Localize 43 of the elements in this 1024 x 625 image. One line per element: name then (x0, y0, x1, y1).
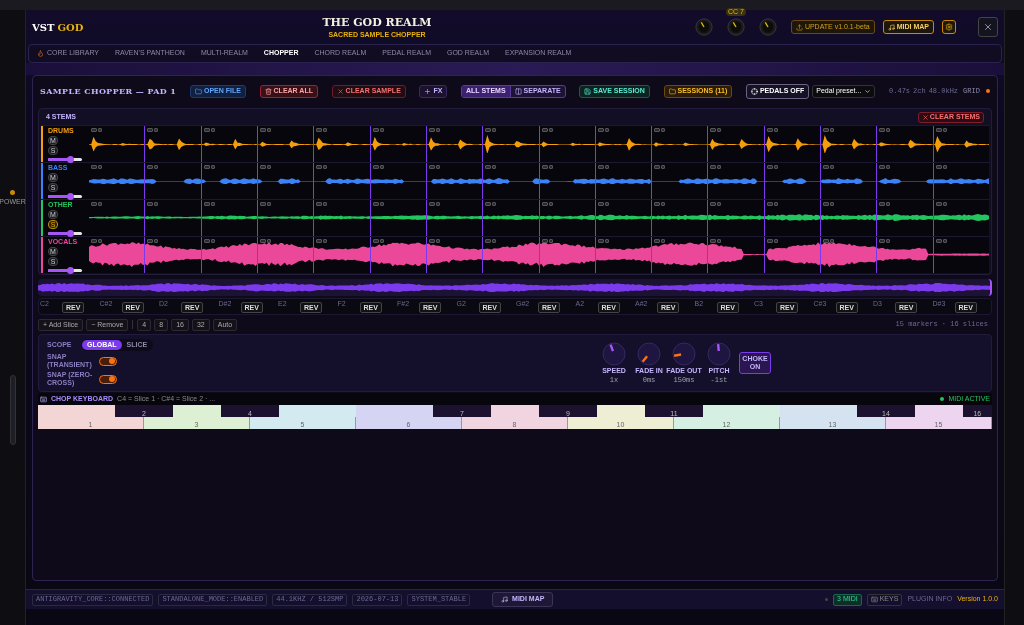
volume-slider[interactable] (48, 158, 82, 161)
knob[interactable] (637, 342, 661, 366)
close-button[interactable] (978, 17, 998, 37)
music-icon (501, 596, 509, 603)
folder-icon (194, 87, 202, 95)
app-title: THE GOD REALM (322, 15, 432, 29)
music-icon (887, 23, 895, 31)
crosshair-icon (750, 87, 758, 95)
knob[interactable] (707, 342, 731, 366)
knob[interactable] (726, 18, 745, 36)
slider-thumb[interactable] (66, 156, 74, 163)
toggle-switch[interactable] (99, 356, 117, 366)
chevron-down-icon (864, 87, 872, 95)
split-icon (514, 87, 522, 95)
plus-icon (424, 87, 432, 95)
knob[interactable] (672, 342, 696, 366)
volume-slider[interactable] (48, 232, 82, 235)
close-icon (983, 22, 993, 32)
trash-icon (264, 87, 272, 95)
upload-icon (795, 23, 803, 31)
save-icon (584, 87, 592, 95)
settings-button[interactable] (942, 20, 956, 34)
slider-thumb[interactable] (66, 230, 74, 237)
knob[interactable] (602, 342, 626, 366)
keyboard-icon (40, 395, 47, 403)
folder-icon (668, 87, 676, 95)
toggle-switch[interactable] (99, 374, 117, 384)
close-icon (921, 113, 929, 121)
slider-thumb[interactable] (66, 267, 74, 274)
flame-icon (37, 50, 44, 57)
slider-thumb[interactable] (66, 193, 74, 200)
panel-title: SAMPLE CHOPPER — PAD 1 (40, 85, 177, 97)
volume-slider[interactable] (48, 195, 82, 198)
power-indicator-icon (10, 190, 15, 195)
knob[interactable] (758, 18, 777, 36)
logo-text: VST (32, 20, 55, 35)
knob[interactable] (694, 18, 713, 36)
settings-icon (945, 23, 953, 31)
rail-handle[interactable] (9, 374, 16, 445)
logo-text: GOD (57, 20, 84, 35)
keyboard-icon (870, 596, 878, 603)
close-icon (336, 87, 344, 95)
volume-slider[interactable] (48, 269, 82, 272)
